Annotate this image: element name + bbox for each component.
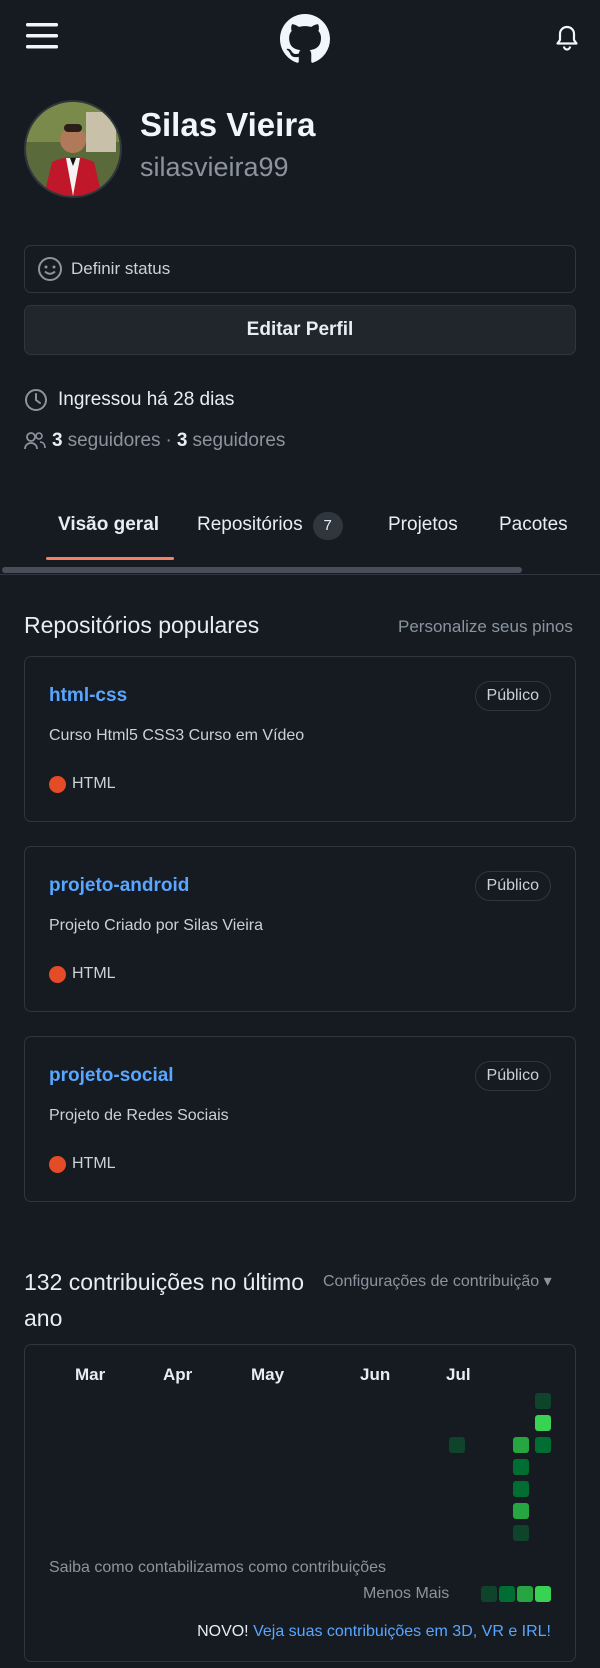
notification-bell-icon[interactable] <box>552 22 582 54</box>
contribution-cell[interactable] <box>449 1437 465 1453</box>
repo-card: projeto-android Público Projeto Criado p… <box>24 846 576 1012</box>
legend-swatch <box>499 1586 515 1602</box>
month-label: Jul <box>446 1365 471 1384</box>
language-color-dot <box>49 1155 66 1173</box>
tab-repositories[interactable]: Repositórios 7 <box>197 512 343 540</box>
language-color-dot <box>49 775 66 793</box>
following-count: 3 <box>176 430 188 451</box>
separator: · <box>165 430 172 451</box>
set-status-button[interactable]: Definir status <box>24 245 576 293</box>
contribution-graph: Mar Apr May Jun Jul Saiba como contabili… <box>24 1344 576 1662</box>
new-feature-line: NOVO! Veja suas contribuições em 3D, VR … <box>197 1623 551 1641</box>
contribution-cell[interactable] <box>513 1459 529 1475</box>
repo-card: html-css Público Curso Html5 CSS3 Curso … <box>24 656 576 822</box>
contribution-cell[interactable] <box>535 1437 551 1453</box>
repo-name-link[interactable]: html-css <box>49 685 127 707</box>
language-label: HTML <box>72 775 116 792</box>
tab-projects[interactable]: Projetos <box>388 514 458 536</box>
repo-name-link[interactable]: projeto-android <box>49 875 189 897</box>
repositories-count-badge: 7 <box>312 512 343 540</box>
contribution-cell[interactable] <box>513 1437 529 1453</box>
legend-swatch <box>517 1586 533 1602</box>
active-tab-indicator <box>46 557 174 560</box>
followers-label: seguidores <box>67 430 161 451</box>
language-label: HTML <box>72 1155 116 1172</box>
contributions-title: 132 contribuições no último ano <box>24 1269 304 1331</box>
month-label: May <box>251 1365 285 1384</box>
repo-language: HTML <box>49 775 116 793</box>
hamburger-menu-icon[interactable] <box>24 20 60 52</box>
set-status-label: Definir status <box>71 259 171 278</box>
clock-icon <box>25 389 47 411</box>
customize-pins-link[interactable]: Personalize seus pinos <box>398 617 573 637</box>
learn-contributions-link[interactable]: Saiba como contabilizamos como contribui… <box>49 1559 386 1577</box>
repo-description: Projeto de Redes Sociais <box>49 1107 229 1124</box>
joined-label: Ingressou há 28 dias <box>58 389 235 410</box>
visibility-badge: Público <box>474 681 551 711</box>
followers-count: 3 <box>52 430 63 451</box>
github-logo-icon[interactable] <box>278 12 332 66</box>
repo-description: Projeto Criado por Silas Vieira <box>49 917 264 934</box>
smiley-icon <box>38 257 62 281</box>
following-label: seguidores <box>192 430 286 451</box>
language-color-dot <box>49 965 66 983</box>
repo-description: Curso Html5 CSS3 Curso em Vídeo <box>49 727 305 744</box>
tab-repositories-label: Repositórios <box>197 514 303 535</box>
people-icon <box>24 432 46 450</box>
tabs-scrollbar[interactable] <box>2 567 522 573</box>
legend-label: Menos Mais <box>363 1585 450 1602</box>
contribution-cell[interactable] <box>513 1503 529 1519</box>
repo-name-link[interactable]: projeto-social <box>49 1065 174 1087</box>
repo-language: HTML <box>49 1155 116 1173</box>
joined-info: Ingressou há 28 dias <box>24 388 234 412</box>
repo-card: projeto-social Público Projeto de Redes … <box>24 1036 576 1202</box>
month-label: Mar <box>75 1365 106 1384</box>
contribution-cell[interactable] <box>535 1393 551 1409</box>
profile-username: silasvieira99 <box>140 152 289 182</box>
month-label: Apr <box>163 1365 193 1384</box>
tab-overview[interactable]: Visão geral <box>58 514 159 536</box>
legend-swatch <box>535 1586 551 1602</box>
followers-info[interactable]: 3 seguidores · 3 seguidores <box>24 430 285 452</box>
legend-swatch <box>481 1586 497 1602</box>
top-bar <box>0 0 600 80</box>
edit-profile-button[interactable]: Editar Perfil <box>24 305 576 355</box>
view-3d-link[interactable]: Veja suas contribuições em 3D, VR e IRL! <box>253 1623 551 1640</box>
profile-name: Silas Vieira <box>140 106 316 143</box>
repo-language: HTML <box>49 965 116 983</box>
new-label: NOVO! <box>197 1623 249 1640</box>
avatar[interactable] <box>24 100 122 198</box>
visibility-badge: Público <box>474 871 551 901</box>
profile-tabs: Visão geral Repositórios 7 Projetos Pacot… <box>0 500 600 575</box>
contribution-cell[interactable] <box>535 1415 551 1431</box>
month-label: Jun <box>360 1365 391 1384</box>
language-label: HTML <box>72 965 116 982</box>
visibility-badge: Público <box>474 1061 551 1091</box>
contribution-cell[interactable] <box>513 1481 529 1497</box>
contribution-cell[interactable] <box>513 1525 529 1541</box>
tab-packages[interactable]: Pacotes <box>499 514 568 536</box>
popular-repos-title: Repositórios populares <box>24 612 260 638</box>
contribution-settings-dropdown[interactable]: Configurações de contribuição ▾ <box>323 1271 552 1291</box>
